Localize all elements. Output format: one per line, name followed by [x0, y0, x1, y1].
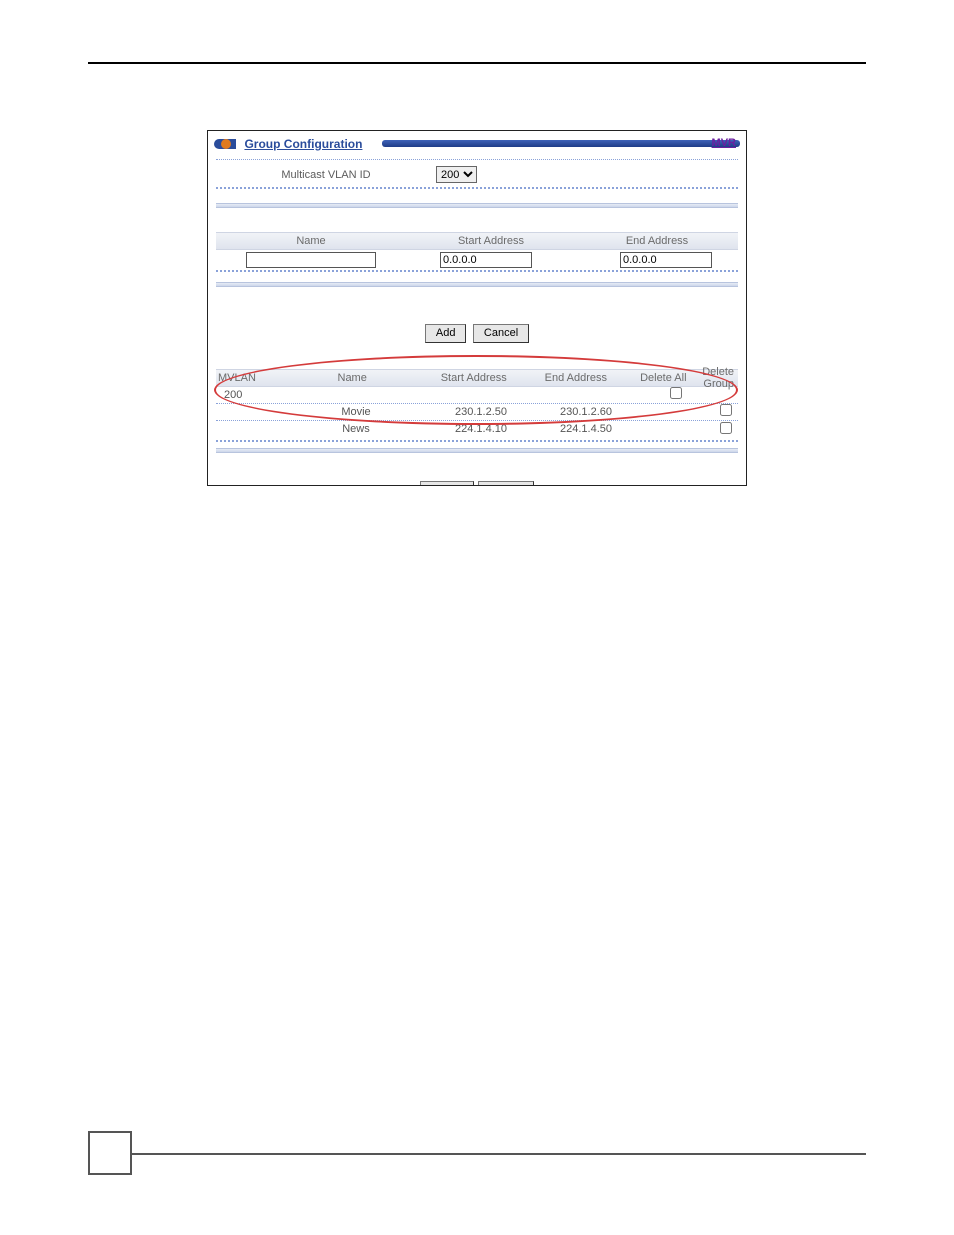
table-row: Movie 230.1.2.50 230.1.2.60 [216, 404, 738, 421]
footer-rule [132, 1153, 866, 1155]
separator [216, 282, 738, 287]
end-address-input[interactable] [620, 252, 712, 268]
header-end-address: End Address [576, 235, 738, 247]
cell-end: 224.1.4.50 [536, 423, 636, 435]
col-name: Name [284, 372, 420, 384]
cancel-button[interactable]: Cancel [478, 481, 534, 486]
cell-name: News [286, 423, 426, 435]
group-input-row [216, 252, 738, 268]
screenshot-panel: Group Configuration MVR Multicast VLAN I… [207, 130, 747, 486]
separator [216, 159, 738, 160]
name-input[interactable] [246, 252, 376, 268]
delete-button[interactable]: Delete [420, 481, 474, 486]
delete-all-checkbox[interactable] [670, 387, 682, 399]
table-row: News 224.1.4.10 224.1.4.50 [216, 421, 738, 438]
mvr-link[interactable]: MVR [712, 137, 736, 149]
multicast-vlan-select[interactable]: 200 [436, 166, 477, 183]
separator [216, 187, 738, 189]
group-input-header: Name Start Address End Address [216, 232, 738, 250]
col-mvlan: MVLAN [216, 372, 284, 384]
header-name: Name [216, 235, 406, 247]
cell-name: Movie [286, 406, 426, 418]
cell-end: 230.1.2.60 [536, 406, 636, 418]
delete-group-checkbox[interactable] [720, 422, 732, 434]
col-delete-group: Delete Group [702, 366, 738, 390]
page-number-box [88, 1131, 132, 1175]
groups-table-body: 200 Movie 230.1.2.50 230.1.2.60 News 224… [216, 387, 738, 438]
table-row: 200 [216, 387, 738, 404]
cell-start: 224.1.4.10 [426, 423, 536, 435]
multicast-vlan-row: Multicast VLAN ID 200 [208, 162, 746, 185]
col-start-address: Start Address [420, 372, 527, 384]
groups-table-header: MVLAN Name Start Address End Address Del… [216, 369, 738, 387]
cancel-button[interactable]: Cancel [473, 324, 529, 343]
page-top-rule [88, 62, 866, 64]
separator [216, 270, 738, 272]
col-delete-all: Delete All [624, 372, 702, 384]
title-fill-bar [382, 140, 740, 147]
separator [216, 440, 738, 442]
start-address-input[interactable] [440, 252, 532, 268]
multicast-vlan-label: Multicast VLAN ID [216, 169, 436, 181]
separator [216, 448, 738, 453]
panel-title: Group Configuration [244, 137, 362, 151]
separator [216, 203, 738, 208]
panel-titlebar: Group Configuration [214, 135, 740, 153]
add-button[interactable]: Add [425, 324, 467, 343]
cell-mvlan: 200 [216, 389, 286, 401]
add-cancel-row: Add Cancel [208, 323, 746, 343]
header-start-address: Start Address [406, 235, 576, 247]
col-end-address: End Address [527, 372, 624, 384]
title-orb-icon [214, 137, 236, 151]
delete-group-checkbox[interactable] [720, 404, 732, 416]
cell-start: 230.1.2.50 [426, 406, 536, 418]
delete-cancel-row: Delete Cancel [208, 481, 746, 487]
